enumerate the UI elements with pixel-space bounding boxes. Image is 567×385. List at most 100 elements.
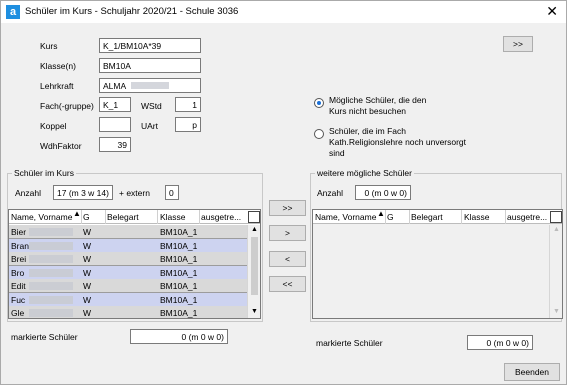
row-klasse: BM10A_1: [160, 281, 198, 291]
schueler-im-kurs-title: Schüler im Kurs: [12, 168, 76, 178]
remove-selected-button[interactable]: <: [269, 251, 306, 267]
row-g: W: [83, 240, 92, 251]
table-row[interactable]: Bier W BM10A_1: [9, 225, 247, 239]
window-title: Schüler im Kurs - Schuljahr 2020/21 - Sc…: [25, 6, 239, 17]
table-menu-icon[interactable]: [550, 211, 562, 223]
markiert-field-right: 0 (m 0 w 0): [467, 335, 533, 350]
row-name: Bran: [11, 240, 29, 251]
option-nicht-besuchen-label[interactable]: Mögliche Schüler, die den Kurs nicht bes…: [329, 95, 439, 117]
col-divider: [409, 210, 410, 224]
option-nicht-besuchen-radio[interactable]: [314, 98, 324, 108]
redacted-name-block: [29, 241, 73, 250]
col-divider: [199, 210, 200, 224]
close-icon[interactable]: ✕: [546, 3, 558, 20]
beenden-button[interactable]: Beenden: [504, 363, 560, 381]
col-klasse[interactable]: Klasse: [464, 212, 490, 222]
scroll-up-icon[interactable]: ▲: [553, 226, 560, 233]
add-selected-button[interactable]: >: [269, 225, 306, 241]
table-row[interactable]: Fuc W BM10A_1: [9, 292, 247, 307]
markiert-field-left: 0 (m 0 w 0): [130, 329, 228, 344]
row-g: W: [83, 308, 92, 318]
anzahl-label: Anzahl: [15, 188, 41, 198]
row-klasse: BM10A_1: [160, 240, 198, 251]
table-row[interactable]: Bro W BM10A_1: [9, 265, 247, 280]
add-all-button[interactable]: >>: [269, 200, 306, 216]
redacted-name-block: [29, 295, 73, 304]
redacted-name-block: [29, 309, 73, 317]
lehrkraft-field[interactable]: ALMA: [99, 78, 201, 93]
col-name[interactable]: Name, Vorname: [11, 212, 72, 222]
row-name: Bier: [11, 227, 27, 237]
row-name: Gle: [11, 308, 25, 318]
vertical-scrollbar[interactable]: ▲ ▼: [247, 225, 260, 318]
redacted-name-block: [29, 282, 73, 290]
koppel-field[interactable]: [99, 117, 131, 132]
table-row[interactable]: Brei W BM10A_1: [9, 252, 247, 266]
anzahl-label-right: Anzahl: [317, 188, 343, 198]
redacted-block: [131, 82, 170, 89]
vertical-scrollbar[interactable]: ▲ ▼: [549, 225, 562, 318]
sort-asc-icon: ▲: [73, 209, 81, 218]
wdhfaktor-label: WdhFaktor: [40, 141, 82, 151]
weitere-schueler-table[interactable]: Name, Vorname ▲ G Belegart Klasse ausget…: [312, 209, 563, 319]
col-g[interactable]: G: [387, 212, 394, 222]
redacted-name-block: [29, 228, 73, 236]
scroll-down-icon[interactable]: ▼: [251, 308, 258, 315]
col-ausgetreten[interactable]: ausgetre...: [507, 212, 547, 222]
col-name[interactable]: Name, Vorname: [315, 212, 376, 222]
kurs-field[interactable]: K_1/BM10A*39: [99, 38, 201, 53]
row-g: W: [83, 227, 92, 237]
klasse-field[interactable]: BM10A: [99, 58, 201, 73]
lehrkraft-label: Lehrkraft: [40, 81, 74, 91]
fach-label: Fach(-gruppe): [40, 101, 94, 111]
col-divider: [105, 210, 106, 224]
extern-field: 0: [165, 185, 179, 200]
lehrkraft-value: ALMA: [103, 81, 126, 91]
col-belegart[interactable]: Belegart: [107, 212, 139, 222]
row-klasse: BM10A_1: [160, 294, 198, 305]
row-name: Fuc: [11, 294, 26, 305]
table-header: Name, Vorname ▲ G Belegart Klasse ausget…: [313, 210, 562, 224]
kurs-schueler-table[interactable]: Name, Vorname ▲ G Belegart Klasse ausget…: [8, 209, 261, 319]
remove-all-button[interactable]: <<: [269, 276, 306, 292]
scroll-down-icon[interactable]: ▼: [553, 308, 560, 315]
option-unversorgt-label[interactable]: Schüler, die im Fach Kath.Religionslehre…: [329, 126, 479, 159]
wstd-field[interactable]: 1: [175, 97, 201, 112]
col-g[interactable]: G: [83, 212, 90, 222]
col-belegart[interactable]: Belegart: [411, 212, 443, 222]
uart-field[interactable]: p: [175, 117, 201, 132]
table-row[interactable]: Bran W BM10A_1: [9, 238, 247, 253]
anzahl-field-right: 0 (m 0 w 0): [355, 185, 411, 200]
koppel-label: Koppel: [40, 121, 67, 131]
col-ausgetreten[interactable]: ausgetre...: [201, 212, 241, 222]
col-divider: [81, 210, 82, 224]
title-bar: a Schüler im Kurs - Schuljahr 2020/21 - …: [1, 1, 566, 23]
row-name: Edit: [11, 281, 26, 291]
scroll-thumb[interactable]: [251, 237, 258, 295]
col-klasse[interactable]: Klasse: [160, 212, 186, 222]
row-name: Brei: [11, 254, 27, 264]
kurs-label: Kurs: [40, 41, 58, 51]
sort-asc-icon: ▲: [377, 209, 385, 218]
table-row[interactable]: Gle W BM10A_1: [9, 306, 247, 318]
row-klasse: BM10A_1: [160, 267, 198, 278]
table-menu-icon[interactable]: [248, 211, 260, 223]
table-row[interactable]: Edit W BM10A_1: [9, 279, 247, 293]
wdhfaktor-field[interactable]: 39: [99, 137, 131, 152]
app-icon: a: [6, 5, 20, 19]
table-header: Name, Vorname ▲ G Belegart Klasse ausget…: [9, 210, 260, 224]
klasse-label: Klasse(n): [40, 61, 76, 71]
row-klasse: BM10A_1: [160, 308, 198, 318]
extern-label: + extern: [119, 188, 150, 198]
expand-button[interactable]: >>: [503, 36, 533, 52]
row-g: W: [83, 281, 92, 291]
col-divider: [461, 210, 462, 224]
col-divider: [505, 210, 506, 224]
row-g: W: [83, 294, 92, 305]
fach-field[interactable]: K_1: [99, 97, 131, 112]
weitere-schueler-title: weitere mögliche Schüler: [315, 168, 414, 178]
row-g: W: [83, 254, 92, 264]
option-unversorgt-radio[interactable]: [314, 129, 324, 139]
uart-label: UArt: [141, 121, 158, 131]
scroll-up-icon[interactable]: ▲: [251, 226, 258, 233]
